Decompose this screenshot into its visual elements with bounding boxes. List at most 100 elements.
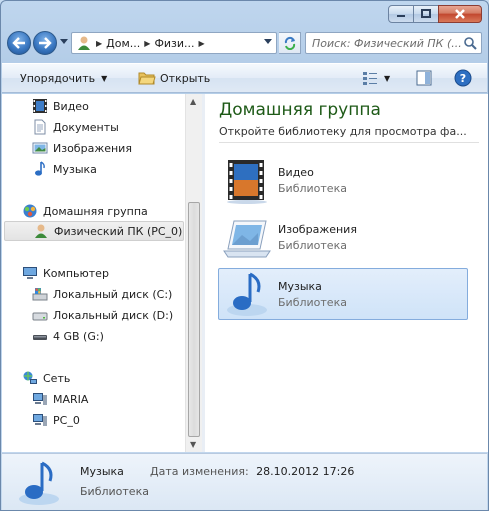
- library-name: Видео: [278, 165, 314, 179]
- maximize-button[interactable]: [413, 5, 439, 23]
- library-name: Музыка: [278, 279, 322, 293]
- chevron-down-icon[interactable]: ▼: [384, 74, 390, 83]
- nav-item-drive-d[interactable]: Локальный диск (D:): [32, 305, 173, 325]
- library-text: Изображения Библиотека: [278, 223, 357, 252]
- chevron-down-icon: ▼: [101, 74, 108, 83]
- network-icon: [22, 370, 38, 386]
- header-divider: [219, 142, 479, 143]
- network-computer-icon: [32, 412, 48, 428]
- network-computer-icon: [32, 391, 48, 407]
- nav-item-label: Физический ПК (PC_0): [54, 224, 183, 238]
- navigation-pane: Видео Документы Изображения Музыка Домаш…: [2, 94, 202, 452]
- computer-icon: [22, 265, 38, 281]
- open-folder-icon: [138, 72, 156, 85]
- change-view-button[interactable]: ▼: [362, 71, 390, 85]
- address-row: ▶ Дом... ▶ Физи... ▶ Поиск: Физический П…: [5, 30, 482, 56]
- search-input[interactable]: Поиск: Физический ПК (...: [305, 32, 482, 54]
- preview-pane-button[interactable]: [416, 70, 432, 86]
- details-type: Библиотека: [80, 485, 149, 498]
- details-date-value: 28.10.2012 17:26: [256, 465, 355, 478]
- breadcrumb-separator[interactable]: ▶: [197, 39, 207, 48]
- library-item-pictures[interactable]: Изображения Библиотека: [218, 211, 468, 263]
- breadcrumb-physical-pc[interactable]: Физи...: [152, 37, 196, 50]
- help-icon: ?: [454, 69, 472, 87]
- nav-item-label: PC_0: [53, 413, 80, 427]
- music-library-icon: [227, 272, 267, 316]
- minimize-button[interactable]: [388, 5, 414, 23]
- nav-item-host-maria[interactable]: MARIA: [32, 389, 88, 409]
- hard-drive-icon: [32, 307, 48, 323]
- nav-item-network[interactable]: Сеть: [22, 368, 70, 388]
- nav-item-pictures[interactable]: Изображения: [32, 138, 132, 158]
- nav-item-homegroup[interactable]: Домашняя группа: [22, 201, 148, 221]
- close-button[interactable]: [438, 5, 482, 23]
- nav-item-label: Домашняя группа: [43, 204, 148, 218]
- homegroup-icon: [22, 203, 38, 219]
- details-pane: Музыка Библиотека Дата изменения: 28.10.…: [2, 453, 487, 510]
- navigation-scrollbar[interactable]: ▲ ▼: [185, 94, 202, 452]
- library-text: Видео Библиотека: [278, 166, 347, 195]
- nav-item-documents[interactable]: Документы: [32, 117, 119, 137]
- arrow-right-icon: [39, 37, 52, 49]
- refresh-button[interactable]: [279, 32, 301, 54]
- back-button[interactable]: [7, 31, 31, 55]
- nav-item-label: Локальный диск (D:): [53, 308, 174, 322]
- nav-item-music[interactable]: Музыка: [32, 159, 97, 179]
- explorer-window: ▶ Дом... ▶ Физи... ▶ Поиск: Физический П…: [0, 0, 489, 511]
- address-history-dropdown-icon[interactable]: [264, 39, 272, 45]
- preview-pane-icon: [416, 70, 432, 86]
- minimize-icon: [397, 15, 405, 17]
- organize-label: Упорядочить: [20, 72, 96, 85]
- breadcrumb-separator: ▶: [96, 38, 103, 48]
- nav-item-label: Документы: [53, 120, 119, 134]
- nav-item-label: MARIA: [53, 392, 89, 406]
- page-subtitle: Откройте библиотеку для просмотра фа...: [219, 125, 467, 138]
- video-icon: [32, 98, 48, 114]
- scrollbar-thumb[interactable]: [188, 202, 200, 437]
- breadcrumb-homegroup[interactable]: Дом...: [104, 37, 142, 50]
- library-name: Изображения: [278, 222, 357, 236]
- library-item-video[interactable]: Видео Библиотека: [218, 154, 468, 206]
- scroll-up-arrow-icon[interactable]: ▲: [190, 97, 196, 106]
- scroll-down-arrow-icon[interactable]: ▼: [190, 440, 196, 449]
- nav-item-physical-pc[interactable]: Физический ПК (PC_0): [4, 221, 184, 241]
- caption-buttons: [388, 5, 482, 23]
- content-pane: Домашняя группа Откройте библиотеку для …: [205, 94, 488, 452]
- forward-button[interactable]: [33, 31, 57, 55]
- organize-button[interactable]: Упорядочить ▼: [20, 72, 107, 85]
- nav-item-host-pc0[interactable]: PC_0: [32, 410, 80, 430]
- nav-item-video[interactable]: Видео: [32, 96, 89, 116]
- nav-item-drive-c[interactable]: Локальный диск (C:): [32, 284, 172, 304]
- search-icon[interactable]: [463, 36, 477, 50]
- nav-item-computer[interactable]: Компьютер: [22, 263, 109, 283]
- library-item-music[interactable]: Музыка Библиотека: [218, 268, 468, 320]
- pictures-library-icon: [223, 220, 271, 258]
- nav-item-drive-g[interactable]: 4 GB (G:): [32, 326, 104, 346]
- open-button[interactable]: Открыть: [138, 70, 210, 86]
- help-button[interactable]: ?: [454, 69, 472, 87]
- details-name: Музыка: [80, 465, 124, 478]
- svg-text:?: ?: [460, 72, 466, 85]
- nav-item-label: Видео: [53, 99, 89, 113]
- homegroup-user-icon: [78, 36, 90, 50]
- nav-item-label: Локальный диск (C:): [53, 287, 173, 301]
- refresh-icon: [284, 36, 295, 50]
- video-library-icon: [227, 160, 267, 204]
- recent-pages-dropdown-icon[interactable]: [60, 39, 68, 45]
- library-type: Библиотека: [278, 238, 347, 252]
- windows-drive-icon: [32, 286, 48, 302]
- library-text: Музыка Библиотека: [278, 280, 347, 309]
- command-bar: Упорядочить ▼ Открыть ▼ ?: [2, 63, 487, 93]
- music-icon: [32, 161, 48, 177]
- nav-item-label: Сеть: [43, 371, 71, 385]
- music-library-icon: [19, 461, 59, 505]
- address-bar[interactable]: ▶ Дом... ▶ Физи... ▶: [71, 32, 277, 54]
- details-date: Дата изменения: 28.10.2012 17:26: [150, 465, 354, 478]
- pictures-icon: [32, 140, 48, 156]
- content-header: Домашняя группа Откройте библиотеку для …: [219, 100, 467, 138]
- breadcrumb-separator[interactable]: ▶: [142, 39, 152, 48]
- nav-item-label: 4 GB (G:): [53, 329, 104, 343]
- library-type: Библиотека: [278, 181, 347, 195]
- view-options-icon: [363, 72, 377, 85]
- documents-icon: [32, 119, 48, 135]
